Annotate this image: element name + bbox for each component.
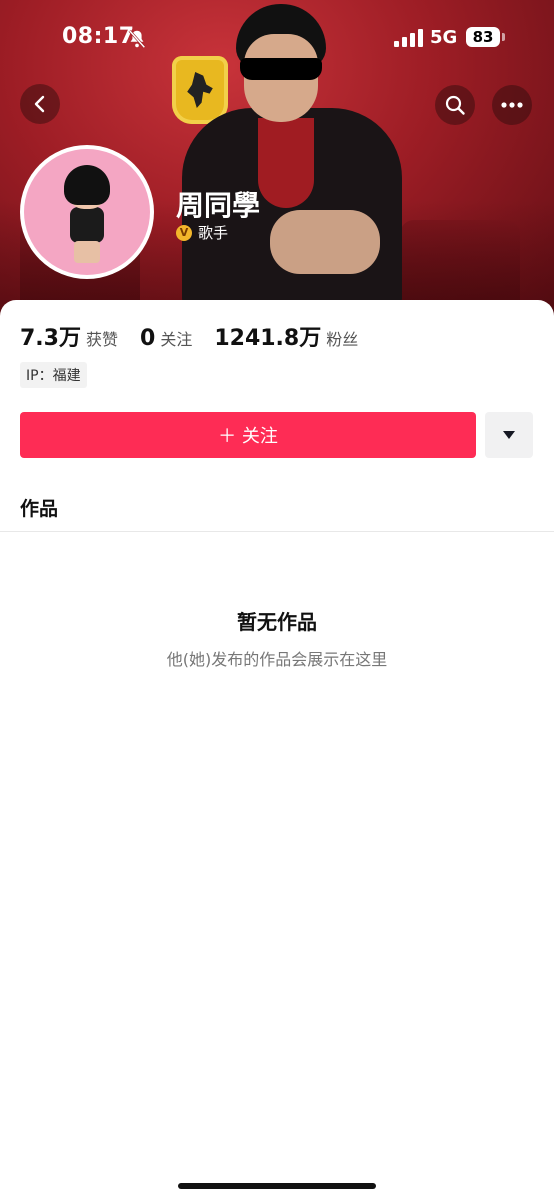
profile-card: 7.3万 获赞 0 关注 1241.8万 粉丝 IP：福建 ＋ 关注 作品 暂无… xyxy=(0,300,554,1200)
follow-button-label: ＋ 关注 xyxy=(218,426,278,447)
follow-button[interactable]: ＋ 关注 xyxy=(20,412,476,458)
network-type: 5G xyxy=(430,27,458,48)
empty-state-title: 暂无作品 xyxy=(237,610,317,634)
verified-label: 歌手 xyxy=(198,224,229,242)
stat-likes[interactable]: 7.3万 获赞 xyxy=(20,320,118,352)
caret-down-icon xyxy=(503,431,515,439)
home-indicator[interactable] xyxy=(178,1183,376,1189)
stat-value: 1241.8万 xyxy=(214,326,322,351)
recommend-dropdown-button[interactable] xyxy=(485,412,533,458)
stat-label: 关注 xyxy=(160,330,193,349)
stat-value: 7.3万 xyxy=(20,326,81,351)
cellular-signal-icon xyxy=(394,29,423,47)
profile-name: 周同學 xyxy=(176,189,261,222)
avatar[interactable] xyxy=(20,145,154,279)
battery-icon: 83 xyxy=(466,27,505,47)
chevron-left-icon xyxy=(34,95,45,113)
stat-label: 获赞 xyxy=(85,330,118,349)
tab-works[interactable]: 作品 xyxy=(20,494,58,521)
more-options-button[interactable] xyxy=(492,85,532,125)
avatar-image xyxy=(24,149,150,275)
stat-value: 0 xyxy=(140,326,156,351)
ip-location-tag: IP：福建 xyxy=(20,362,87,388)
stat-label: 粉丝 xyxy=(326,330,359,349)
search-icon xyxy=(445,95,465,115)
divider xyxy=(0,531,554,532)
bell-muted-icon xyxy=(128,29,146,49)
search-button[interactable] xyxy=(435,85,475,125)
stats-row: 7.3万 获赞 0 关注 1241.8万 粉丝 xyxy=(20,320,380,352)
back-button[interactable] xyxy=(20,84,60,124)
verified-badge-icon: V xyxy=(176,224,192,241)
stat-following[interactable]: 0 关注 xyxy=(140,326,192,351)
empty-state-subtitle: 他(她)发布的作品会展示在这里 xyxy=(166,650,388,669)
status-time: 08:17 xyxy=(62,24,135,49)
verification-row: V 歌手 xyxy=(176,222,228,243)
status-bar: 08:17 5G 83 xyxy=(0,0,554,74)
stat-followers[interactable]: 1241.8万 粉丝 xyxy=(214,320,358,352)
more-dots-icon xyxy=(501,102,523,108)
